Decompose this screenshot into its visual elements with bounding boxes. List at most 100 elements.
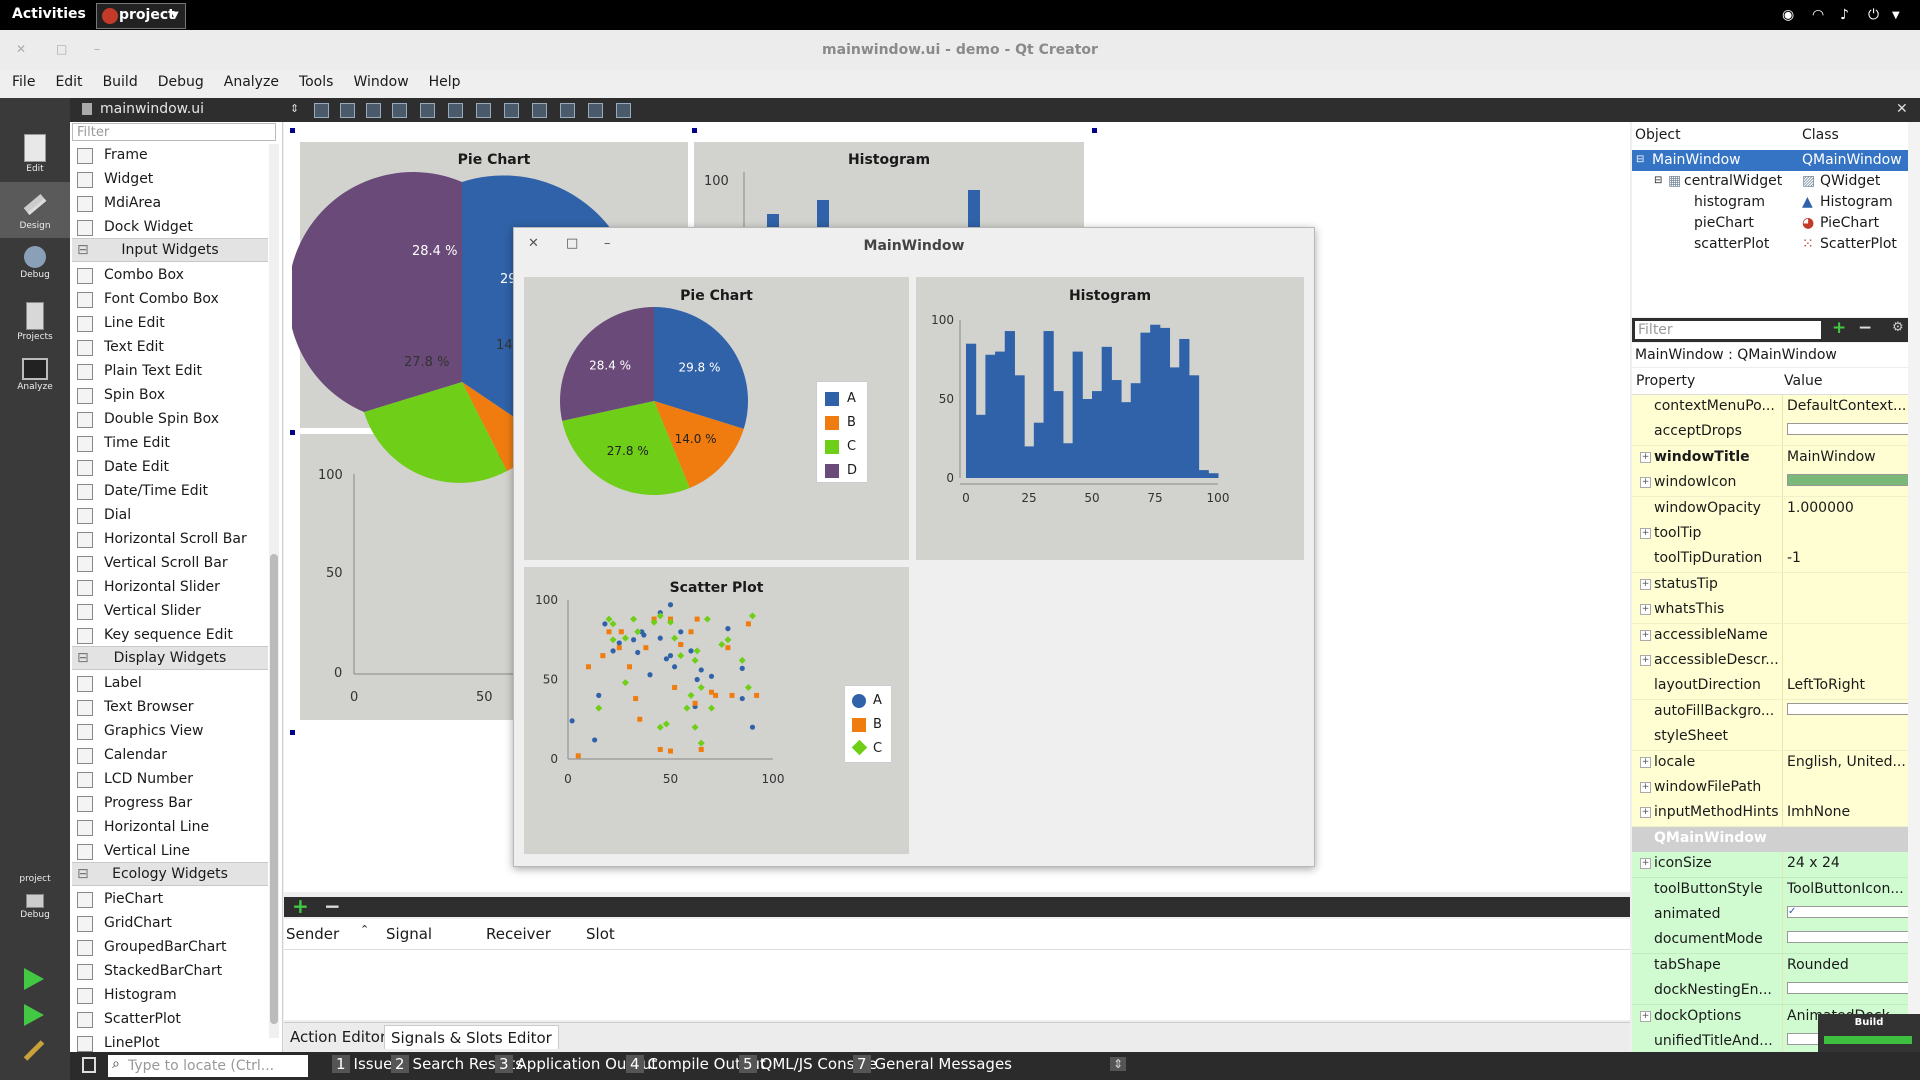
edit-tab-order-icon[interactable]: [392, 103, 407, 118]
expand-icon[interactable]: +: [1640, 807, 1651, 819]
property-value[interactable]: -1: [1782, 547, 1909, 573]
property-row-accessibledescr[interactable]: + accessibleDescr...: [1632, 649, 1908, 675]
property-filter-input[interactable]: Filter: [1635, 321, 1821, 339]
menu-file[interactable]: File: [0, 70, 43, 90]
expand-icon[interactable]: +: [1640, 477, 1651, 489]
property-row-acceptdrops[interactable]: acceptDrops: [1632, 420, 1909, 447]
property-row-documentmode[interactable]: documentMode: [1632, 928, 1909, 955]
property-row-qmainwindow[interactable]: QMainWindow: [1632, 826, 1908, 853]
configure-icon[interactable]: ⚙: [1892, 320, 1904, 335]
checkbox[interactable]: [1787, 982, 1909, 995]
mode-analyze[interactable]: Analyze: [0, 350, 70, 406]
expand-icon[interactable]: +: [1640, 858, 1651, 870]
widget-item-combo-box[interactable]: Combo Box: [72, 264, 268, 288]
widget-item-groupedbarchart[interactable]: GroupedBarChart: [72, 936, 268, 960]
object-row-scatterplot[interactable]: scatterPlot ⁙ ScatterPlot: [1632, 234, 1920, 255]
property-row-docknestingen[interactable]: dockNestingEn...: [1632, 979, 1909, 1006]
preview-window[interactable]: ✕ □ – MainWindow Pie Chart 29.8 % 14.0 % 2…: [513, 227, 1315, 867]
menu-help[interactable]: Help: [417, 70, 469, 90]
add-connection-icon[interactable]: +: [292, 894, 309, 918]
widget-item-horizontal-slider[interactable]: Horizontal Slider: [72, 576, 268, 600]
property-row-windowopacity[interactable]: windowOpacity 1.000000: [1632, 496, 1908, 523]
widget-item-horizontal-line[interactable]: Horizontal Line: [72, 816, 268, 840]
build-hammer-icon[interactable]: [23, 1040, 45, 1061]
widget-item-histogram[interactable]: Histogram: [72, 984, 268, 1008]
open-file-name[interactable]: mainwindow.ui: [100, 101, 204, 117]
category-display-widgets[interactable]: ⊟ Display Widgets: [72, 646, 268, 670]
selection-handle[interactable]: [1092, 128, 1097, 133]
selection-handle[interactable]: [692, 128, 697, 133]
expand-icon[interactable]: +: [1640, 655, 1651, 666]
build-progress[interactable]: Build: [1818, 1014, 1920, 1052]
widget-item-stackedbarchart[interactable]: StackedBarChart: [72, 960, 268, 984]
header-signal[interactable]: Signal: [386, 925, 432, 943]
widget-item-progress-bar[interactable]: Progress Bar: [72, 792, 268, 816]
adjust-size-icon[interactable]: [616, 103, 631, 118]
layout-vertical-icon[interactable]: [448, 103, 463, 118]
accessibility-icon[interactable]: ◉: [1782, 7, 1794, 23]
property-row-tooltipduration[interactable]: toolTipDuration -1: [1632, 547, 1909, 574]
system-menu-chevron-icon[interactable]: ▼: [1892, 10, 1900, 21]
expand-icon[interactable]: +: [1640, 629, 1651, 641]
menu-window[interactable]: Window: [341, 70, 416, 90]
widget-item-time-edit[interactable]: Time Edit: [72, 432, 268, 456]
property-value[interactable]: [1782, 776, 1909, 801]
widget-item-label[interactable]: Label: [72, 672, 268, 696]
property-row-inputmethodhints[interactable]: + inputMethodHints ImhNone: [1632, 801, 1909, 828]
mode-debug[interactable]: Debug: [0, 238, 70, 294]
widget-box-scrollbar[interactable]: [269, 144, 279, 1038]
scrollbar-thumb[interactable]: [270, 554, 278, 1024]
collapse-icon[interactable]: ⊟: [1654, 175, 1662, 186]
close-editor-icon[interactable]: ✕: [1896, 101, 1908, 117]
expand-icon[interactable]: +: [1640, 528, 1651, 539]
widget-item-font-combo-box[interactable]: Font Combo Box: [72, 288, 268, 312]
remove-connection-icon[interactable]: −: [324, 894, 341, 918]
output-pane-issues[interactable]: 1 Issues: [332, 1055, 400, 1077]
header-value[interactable]: Value: [1784, 373, 1822, 389]
locator-input[interactable]: ⌕ Type to locate (Ctrl...: [108, 1055, 308, 1077]
widget-item-vertical-scroll-bar[interactable]: Vertical Scroll Bar: [72, 552, 268, 576]
widget-item-spin-box[interactable]: Spin Box: [72, 384, 268, 408]
widget-item-line-edit[interactable]: Line Edit: [72, 312, 268, 336]
widget-item-calendar[interactable]: Calendar: [72, 744, 268, 768]
property-value[interactable]: English, United...: [1782, 750, 1909, 776]
selection-handle[interactable]: [290, 430, 295, 435]
widget-item-key-sequence-edit[interactable]: Key sequence Edit: [72, 624, 268, 648]
property-row-statustip[interactable]: + statusTip: [1632, 572, 1908, 599]
menu-debug[interactable]: Debug: [146, 70, 212, 90]
app-menu-button[interactable]: project ▼: [96, 3, 186, 29]
toggle-sidebar-icon[interactable]: [82, 1057, 96, 1073]
widget-item-mdiarea[interactable]: MdiArea: [72, 192, 268, 216]
break-layout-icon[interactable]: [588, 103, 603, 118]
property-value[interactable]: [1782, 522, 1909, 547]
widget-item-plain-text-edit[interactable]: Plain Text Edit: [72, 360, 268, 384]
property-value[interactable]: [1782, 649, 1909, 674]
property-value[interactable]: 24 x 24: [1782, 852, 1909, 878]
checkbox[interactable]: [1787, 423, 1909, 436]
checkbox[interactable]: [1787, 702, 1909, 715]
add-dynamic-property-icon[interactable]: +: [1832, 318, 1846, 338]
property-value[interactable]: DefaultContext...: [1782, 395, 1909, 420]
widget-item-text-edit[interactable]: Text Edit: [72, 336, 268, 360]
activities-button[interactable]: Activities: [12, 6, 86, 22]
widget-item-piechart[interactable]: PieChart: [72, 888, 268, 912]
widget-item-horizontal-scroll-bar[interactable]: Horizontal Scroll Bar: [72, 528, 268, 552]
widget-item-graphics-view[interactable]: Graphics View: [72, 720, 268, 744]
category-input-widgets[interactable]: ⊟ Input Widgets: [72, 238, 268, 262]
property-row-stylesheet[interactable]: styleSheet: [1632, 725, 1909, 752]
checkbox[interactable]: [1787, 931, 1909, 944]
expand-icon[interactable]: +: [1640, 756, 1651, 768]
property-value[interactable]: [1782, 598, 1909, 624]
volume-icon[interactable]: ♪: [1840, 7, 1849, 23]
property-value[interactable]: [1782, 725, 1909, 751]
property-value[interactable]: [1782, 699, 1909, 725]
file-chooser-icon[interactable]: ⇕: [290, 102, 299, 115]
property-value[interactable]: ImhNone: [1782, 801, 1909, 827]
widget-item-dial[interactable]: Dial: [72, 504, 268, 528]
property-value[interactable]: ✓: [1782, 903, 1909, 928]
object-row-centralwidget[interactable]: ⊟ ▦ centralWidget ▨ QWidget: [1632, 171, 1920, 192]
run-icon[interactable]: [24, 968, 44, 990]
remove-property-icon[interactable]: −: [1858, 318, 1872, 338]
expand-icon[interactable]: +: [1640, 1010, 1651, 1022]
power-icon[interactable]: ⏻: [1868, 7, 1879, 23]
